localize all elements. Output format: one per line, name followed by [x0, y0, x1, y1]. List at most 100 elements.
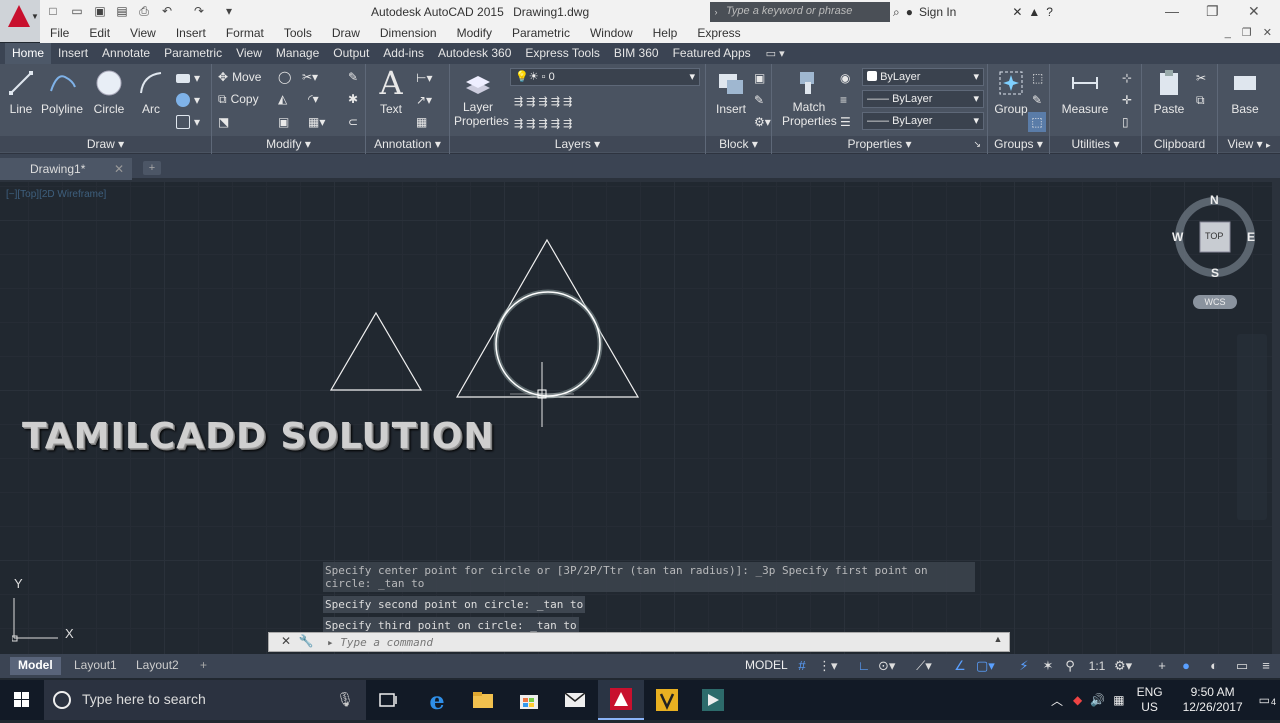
sign-in-button[interactable]: Sign In: [919, 5, 956, 19]
menu-modify[interactable]: Modify: [447, 24, 502, 43]
search-expand-icon[interactable]: ›: [710, 2, 722, 22]
tab-express-tools[interactable]: Express Tools: [518, 43, 606, 64]
menu-help[interactable]: Help: [643, 24, 688, 43]
tab-bim-360[interactable]: BIM 360: [607, 43, 666, 64]
color-wheel-icon[interactable]: ◉: [840, 68, 850, 88]
mail-icon[interactable]: [552, 680, 598, 720]
viewcube-top-face[interactable]: TOP: [1205, 231, 1223, 241]
calculator-icon[interactable]: ▯: [1122, 112, 1129, 132]
menu-draw[interactable]: Draw: [322, 24, 370, 43]
grid-icon[interactable]: #: [794, 657, 810, 675]
arc-button[interactable]: Arc: [128, 68, 174, 116]
tab-parametric[interactable]: Parametric: [157, 43, 229, 64]
input-language[interactable]: ENG US: [1137, 685, 1163, 715]
scale-icon[interactable]: ▣: [278, 112, 289, 132]
trim-icon[interactable]: ✂▾: [302, 67, 318, 87]
cut-icon[interactable]: ✂: [1196, 68, 1206, 88]
autocad-taskbar-icon[interactable]: [598, 680, 644, 720]
object-snap-icon[interactable]: ▢▾: [976, 657, 995, 675]
auto-scale-icon[interactable]: ✶: [1040, 657, 1056, 675]
tab-view[interactable]: View: [229, 43, 269, 64]
stretch-icon[interactable]: ⬔: [218, 112, 229, 132]
move-button[interactable]: ✥ Move: [218, 67, 261, 87]
draw-panel-title[interactable]: Draw ▾: [0, 136, 211, 152]
close-tab-icon[interactable]: ✕: [114, 162, 124, 176]
binoculars-icon[interactable]: ⌕: [893, 5, 900, 20]
layers-panel-title[interactable]: Layers ▾: [450, 136, 705, 152]
plot-icon[interactable]: ⎙: [137, 4, 151, 18]
menu-tools[interactable]: Tools: [274, 24, 322, 43]
tab-insert[interactable]: Insert: [51, 43, 95, 64]
edit-block-icon[interactable]: ✎: [754, 90, 764, 110]
drawing-viewport[interactable]: [−][Top][2D Wireframe] TOP N S E W WCS T…: [0, 182, 1272, 654]
recorder-app-icon[interactable]: [690, 680, 736, 720]
linear-dimension-icon[interactable]: ⊢▾: [416, 68, 432, 88]
help-icon[interactable]: ?: [1046, 5, 1053, 19]
workspace-gear-icon[interactable]: ⚙▾: [1114, 657, 1132, 675]
ortho-icon[interactable]: ∟: [856, 657, 872, 675]
menu-format[interactable]: Format: [216, 24, 274, 43]
menu-view[interactable]: View: [120, 24, 166, 43]
insert-block-button[interactable]: Insert: [708, 68, 754, 116]
tab-annotate[interactable]: Annotate: [95, 43, 157, 64]
text-button[interactable]: A Text: [368, 64, 414, 116]
color-dropdown[interactable]: ByLayer ▾: [862, 68, 984, 86]
annotation-panel-title[interactable]: Annotation ▾: [366, 136, 449, 152]
copy-clip-icon[interactable]: ⧉: [1196, 90, 1205, 110]
rotate-icon[interactable]: ◯: [278, 67, 291, 87]
exchange-apps-icon[interactable]: ✕: [1012, 5, 1022, 19]
layer-dropdown[interactable]: 💡☀ ▫ 0 ▾: [510, 68, 700, 86]
erase-icon[interactable]: ✎: [348, 67, 358, 87]
taskbar-search-box[interactable]: Type here to search 🎙: [44, 680, 366, 720]
explode-icon[interactable]: ✱: [348, 89, 358, 109]
new-file-icon[interactable]: □: [46, 4, 60, 18]
a360-icon[interactable]: ▲: [1028, 5, 1040, 19]
navigation-bar[interactable]: [1237, 334, 1267, 520]
model-space-button[interactable]: MODEL: [745, 658, 788, 672]
layer-tools-row-1[interactable]: ⇶ ⇶ ⇶ ⇶ ⇶: [514, 91, 572, 111]
restore-icon[interactable]: ❐: [1206, 3, 1219, 20]
user-icon[interactable]: ●: [906, 5, 913, 19]
layout-tab-layout1[interactable]: Layout1: [66, 657, 125, 675]
tab-output[interactable]: Output: [326, 43, 376, 64]
save-as-icon[interactable]: ▤: [115, 4, 129, 18]
task-view-icon[interactable]: [366, 680, 412, 720]
minimize-icon[interactable]: —: [1165, 3, 1179, 19]
plus-icon[interactable]: +: [1154, 657, 1170, 675]
block-panel-title[interactable]: Block ▾: [706, 136, 771, 152]
modify-panel-title[interactable]: Modify ▾: [212, 136, 365, 152]
clipboard-panel-title[interactable]: Clipboard: [1142, 136, 1217, 152]
close-icon[interactable]: ✕: [1248, 3, 1260, 20]
linetype-dropdown[interactable]: —— ByLayer ▾: [862, 90, 984, 108]
layout-tab-model[interactable]: Model: [10, 657, 61, 675]
quick-select-icon[interactable]: ⊹: [1122, 68, 1132, 88]
layer-tools-row-2[interactable]: ⇶ ⇶ ⇶ ⇶ ⇶: [514, 113, 572, 133]
application-menu-button[interactable]: ▼: [0, 0, 40, 42]
lineweight-icon[interactable]: ☰: [840, 112, 851, 132]
customize-wrench-icon[interactable]: 🔧: [297, 634, 315, 650]
edge-browser-icon[interactable]: e: [414, 680, 460, 720]
annotation-scale-value[interactable]: 1:1: [1082, 657, 1112, 675]
polar-icon[interactable]: ⊙▾: [878, 657, 895, 675]
customization-icon[interactable]: ≡: [1258, 657, 1274, 675]
circle-button[interactable]: Circle: [86, 68, 132, 116]
ungroup-icon[interactable]: ⬚: [1032, 68, 1043, 88]
linetype-icon[interactable]: ≡: [840, 90, 847, 110]
vlc-app-icon[interactable]: [644, 680, 690, 720]
command-input[interactable]: ▸ Type a command: [323, 633, 1003, 651]
open-folder-icon[interactable]: ▭: [70, 4, 84, 18]
annotation-visibility-icon[interactable]: ⚡: [1016, 657, 1032, 675]
base-view-button[interactable]: Base: [1222, 68, 1268, 116]
document-tab-drawing1[interactable]: Drawing1* ✕: [0, 158, 132, 180]
leader-icon[interactable]: ↗▾: [416, 90, 432, 110]
viewcube-north[interactable]: N: [1210, 193, 1219, 207]
tab-featured-apps[interactable]: Featured Apps: [666, 43, 758, 64]
layout-tab-layout2[interactable]: Layout2: [128, 657, 187, 675]
properties-panel-title[interactable]: Properties ▾ ↘: [772, 136, 987, 152]
close-command-line-icon[interactable]: ✕: [277, 634, 295, 650]
annotation-scale-icon[interactable]: ⚲: [1062, 657, 1078, 675]
array-icon[interactable]: ▦▾: [308, 112, 325, 132]
layer-properties-button[interactable]: Layer Properties: [454, 68, 509, 128]
viewcube-east[interactable]: E: [1247, 230, 1255, 244]
add-layout-icon[interactable]: +: [192, 657, 215, 675]
